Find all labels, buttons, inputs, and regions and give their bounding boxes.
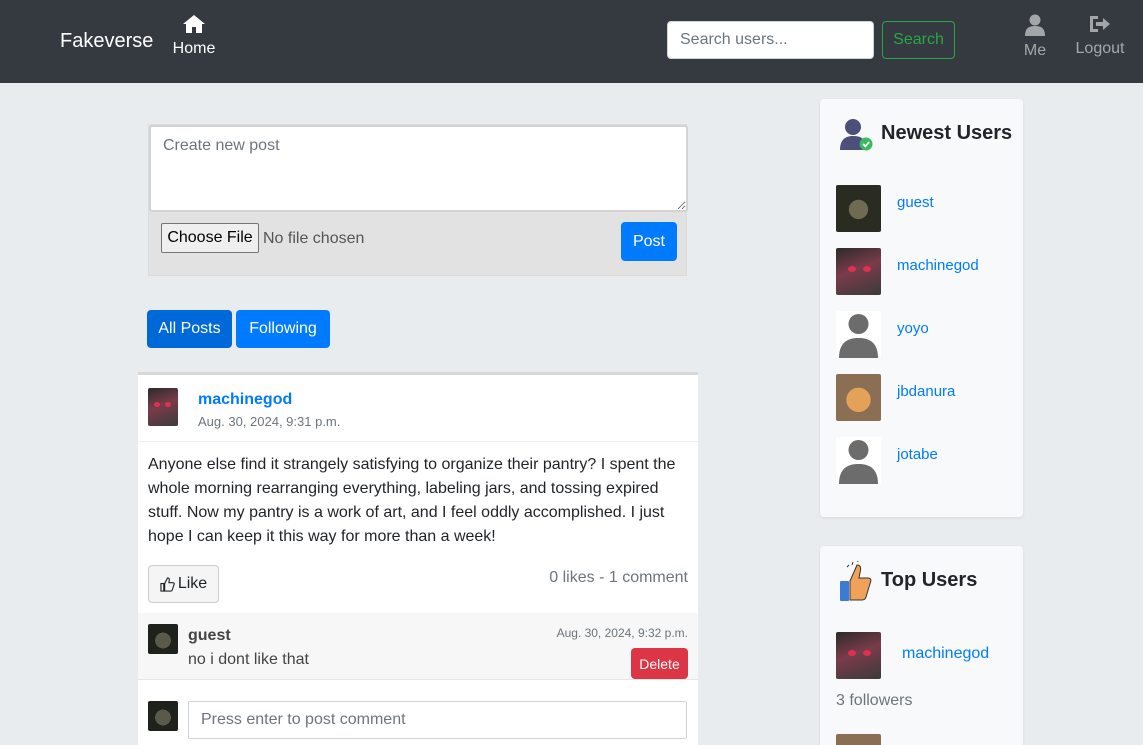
avatar[interactable] bbox=[836, 374, 881, 421]
nav-me[interactable]: Me bbox=[1020, 14, 1050, 60]
nav-me-label: Me bbox=[1023, 42, 1047, 59]
nav-logout-label: Logout bbox=[1075, 40, 1125, 57]
top-users-card: Top Users machinegod 3 followers bbox=[820, 546, 1023, 745]
avatar[interactable] bbox=[836, 311, 881, 358]
post-author[interactable]: machinegod bbox=[198, 391, 292, 409]
comment-text: no i dont like that bbox=[188, 651, 309, 668]
home-icon bbox=[183, 15, 205, 33]
post-button[interactable]: Post bbox=[621, 222, 677, 261]
user-link[interactable]: jbdanura bbox=[897, 383, 955, 400]
post-card: machinegod Aug. 30, 2024, 9:31 p.m. Anyo… bbox=[138, 372, 698, 745]
user-link[interactable]: jotabe bbox=[897, 446, 938, 463]
list-item[interactable]: jbdanura bbox=[836, 374, 1016, 422]
avatar bbox=[148, 701, 178, 731]
nav-home-label: Home bbox=[172, 40, 216, 57]
list-item[interactable]: yoyo bbox=[836, 311, 1016, 359]
file-status: No file chosen bbox=[263, 230, 365, 247]
user-link[interactable]: machinegod bbox=[897, 257, 979, 274]
user-link[interactable]: machinegod bbox=[902, 645, 989, 663]
comment-author[interactable]: guest bbox=[188, 627, 231, 645]
comment-date: Aug. 30, 2024, 9:32 p.m. bbox=[556, 626, 688, 640]
avatar[interactable] bbox=[148, 624, 178, 654]
top-users-title: Top Users bbox=[881, 569, 978, 591]
like-label: Like bbox=[177, 575, 208, 592]
avatar[interactable] bbox=[836, 632, 881, 679]
newest-users-title: Newest Users bbox=[881, 122, 1013, 144]
thumbs-up-icon bbox=[840, 561, 872, 601]
comment-input[interactable] bbox=[188, 701, 687, 739]
avatar[interactable] bbox=[836, 248, 881, 295]
user-link[interactable]: guest bbox=[897, 194, 934, 211]
nav-logout[interactable]: Logout bbox=[1071, 14, 1129, 58]
default-avatar-icon bbox=[839, 314, 878, 358]
new-user-icon bbox=[840, 119, 873, 151]
brand-logo[interactable]: Fakeverse bbox=[60, 30, 153, 53]
avatar[interactable] bbox=[836, 185, 881, 232]
logout-icon bbox=[1090, 16, 1110, 32]
nav-home[interactable]: Home bbox=[168, 14, 220, 58]
newest-users-card: Newest Users guest machinegod yoyo jbdan… bbox=[820, 99, 1023, 517]
post-date: Aug. 30, 2024, 9:31 p.m. bbox=[198, 414, 341, 429]
list-item[interactable]: jotabe bbox=[836, 437, 1016, 485]
divider bbox=[138, 441, 698, 442]
user-icon bbox=[1025, 14, 1045, 36]
list-item[interactable]: machinegod bbox=[836, 632, 1016, 680]
comment-item: guest no i dont like that Aug. 30, 2024,… bbox=[138, 613, 698, 680]
search-button[interactable]: Search bbox=[882, 21, 955, 59]
navbar: Fakeverse Home Search Me Logout bbox=[0, 0, 1143, 83]
post-textarea[interactable] bbox=[149, 125, 688, 212]
thumbs-up-icon bbox=[160, 576, 175, 592]
post-body: Anyone else find it strangely satisfying… bbox=[148, 456, 676, 545]
like-button[interactable]: Like bbox=[148, 565, 219, 603]
followers-count: 3 followers bbox=[836, 692, 913, 709]
choose-file-button[interactable]: Choose File bbox=[161, 223, 259, 253]
post-stats: 0 likes - 1 comment bbox=[549, 569, 688, 586]
user-link[interactable]: yoyo bbox=[897, 320, 929, 337]
tab-following[interactable]: Following bbox=[236, 310, 330, 348]
list-item[interactable]: machinegod bbox=[836, 248, 1016, 296]
list-item[interactable]: guest bbox=[836, 185, 1016, 233]
default-avatar-icon bbox=[839, 440, 878, 484]
avatar[interactable] bbox=[148, 388, 178, 426]
create-post-card: Choose File No file chosen Post bbox=[148, 124, 688, 276]
tab-all-posts[interactable]: All Posts bbox=[147, 310, 232, 348]
avatar[interactable] bbox=[836, 734, 881, 745]
delete-comment-button[interactable]: Delete bbox=[631, 648, 688, 679]
search-input[interactable] bbox=[667, 21, 874, 59]
avatar[interactable] bbox=[836, 437, 881, 484]
